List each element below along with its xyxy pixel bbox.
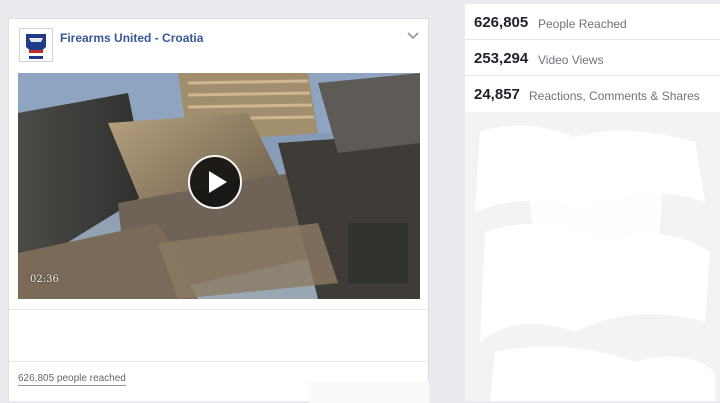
people-reached-link[interactable]: 626,805 people reached xyxy=(18,373,126,386)
stat-value: 24,857 xyxy=(474,86,520,103)
divider xyxy=(9,361,428,362)
video-player[interactable]: 02:36 xyxy=(18,73,420,299)
video-duration: 02:36 xyxy=(30,274,59,285)
stat-label: Video Views xyxy=(538,53,604,67)
stat-video-views: 253,294 Video Views xyxy=(465,40,720,76)
stat-value: 253,294 xyxy=(474,50,529,67)
stat-label: Reactions, Comments & Shares xyxy=(529,89,700,103)
insights-panel: 626,805 People Reached 253,294 Video Vie… xyxy=(465,4,720,401)
divider xyxy=(9,309,428,310)
redacted-area xyxy=(309,381,429,403)
stat-label: People Reached xyxy=(538,17,627,31)
page-name-link[interactable]: Firearms United - Croatia xyxy=(60,31,203,45)
stat-reactions: 24,857 Reactions, Comments & Shares xyxy=(465,76,720,112)
chevron-down-icon[interactable] xyxy=(406,29,420,41)
redacted-area xyxy=(35,331,303,359)
play-icon xyxy=(209,171,227,193)
redacted-area xyxy=(465,112,720,401)
post-card: Firearms United - Croatia 02:36 626,805 … xyxy=(8,18,429,403)
stat-people-reached: 626,805 People Reached xyxy=(465,4,720,40)
stat-value: 626,805 xyxy=(474,14,529,31)
page-logo xyxy=(20,29,52,61)
play-button[interactable] xyxy=(188,155,242,209)
page-avatar[interactable] xyxy=(19,28,53,62)
